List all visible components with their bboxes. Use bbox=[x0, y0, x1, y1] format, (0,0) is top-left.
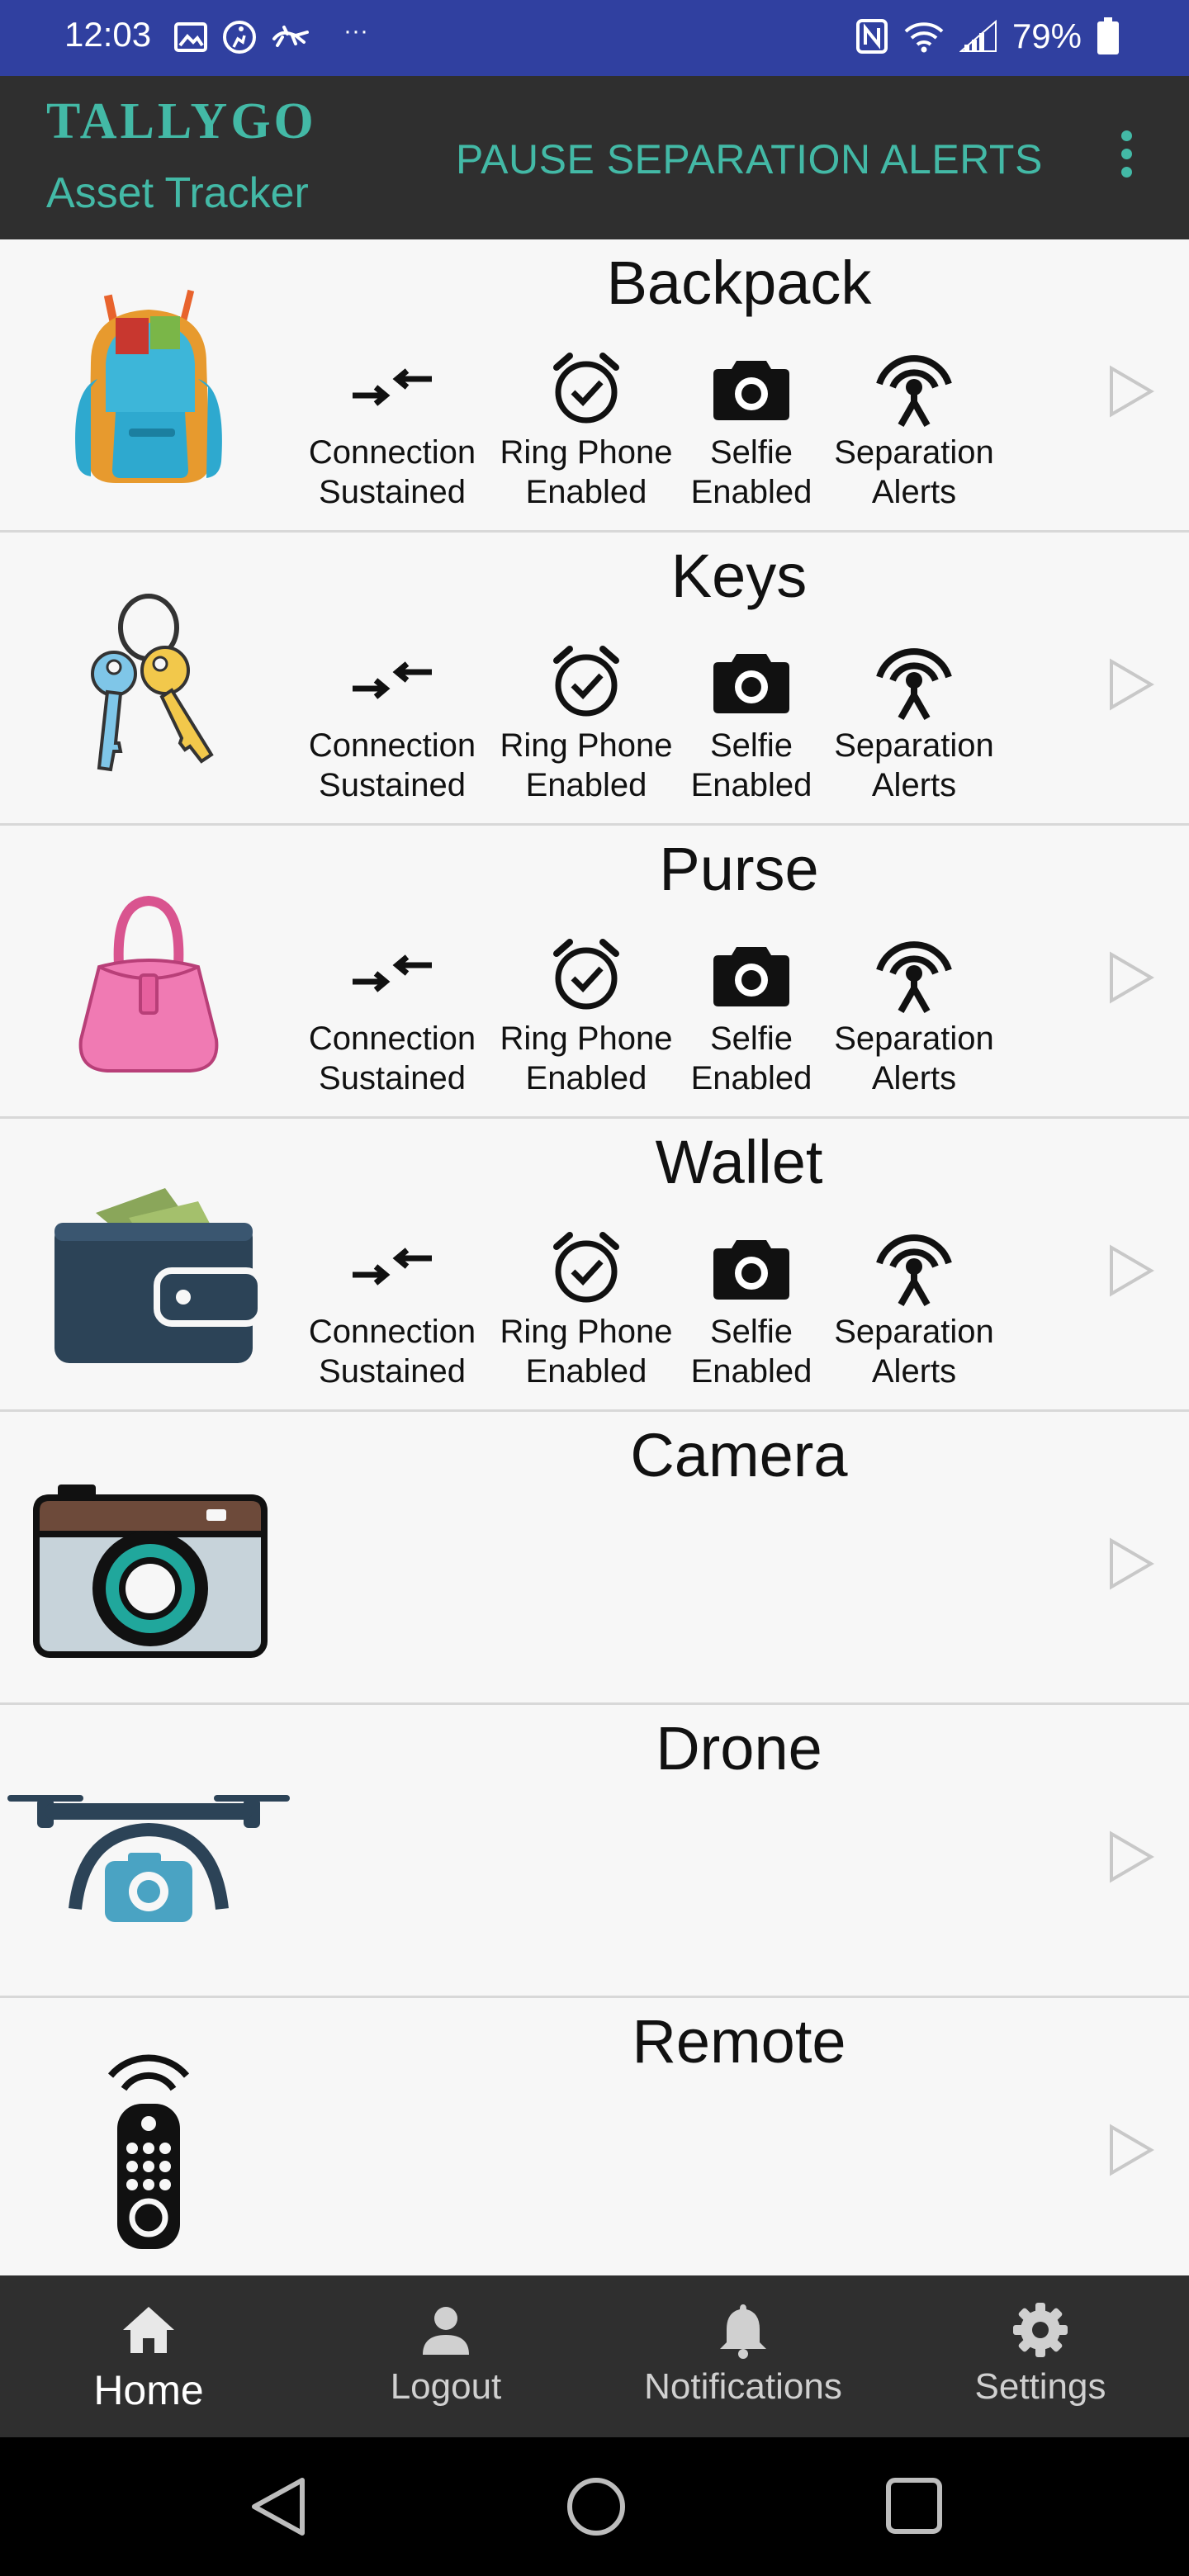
wallet-icon bbox=[17, 1155, 281, 1386]
asset-row-purse[interactable]: Purse Connection Sustained Ring Phone En… bbox=[0, 826, 1189, 1119]
recent-apps-icon[interactable] bbox=[883, 2475, 945, 2536]
backpack-icon bbox=[17, 276, 281, 507]
gear-icon bbox=[1013, 2303, 1068, 2357]
asset-name: Keys bbox=[670, 542, 808, 610]
pause-separation-alerts-button[interactable]: PAUSE SEPARATION ALERTS bbox=[456, 135, 1043, 183]
nfc-icon bbox=[855, 19, 888, 54]
play-icon[interactable] bbox=[1106, 1829, 1156, 1885]
feature-separation-alerts: Separation Alerts bbox=[815, 342, 1013, 512]
feature-separation-alerts: Separation Alerts bbox=[815, 928, 1013, 1098]
antenna-icon bbox=[876, 1234, 952, 1306]
status-bar: 12:03 ··· 79% bbox=[0, 0, 1189, 76]
feature-list: Connection Sustained Ring Phone Enabled … bbox=[293, 635, 1020, 817]
gallery-icon bbox=[174, 22, 207, 52]
home-icon bbox=[123, 2307, 174, 2353]
asset-row-backpack[interactable]: Backpack Connection Sustained Ring Phone… bbox=[0, 239, 1189, 533]
feature-separation-alerts: Separation Alerts bbox=[815, 635, 1013, 805]
alarm-clock-icon bbox=[553, 353, 619, 424]
alarm-clock-icon bbox=[553, 646, 619, 717]
antenna-icon bbox=[876, 355, 952, 427]
play-icon[interactable] bbox=[1106, 1243, 1156, 1299]
connection-icon bbox=[353, 954, 432, 992]
asset-row-keys[interactable]: Keys Connection Sustained Ring Phone Ena… bbox=[0, 533, 1189, 826]
wifi-icon bbox=[904, 22, 944, 53]
camera-icon bbox=[713, 654, 789, 713]
drone-icon bbox=[0, 1741, 297, 1972]
system-navigation-bar bbox=[0, 2437, 1189, 2576]
asset-row-wallet[interactable]: Wallet Connection Sustained Ring Phone E… bbox=[0, 1119, 1189, 1412]
camera-icon bbox=[713, 947, 789, 1006]
asset-name: Remote bbox=[632, 2007, 846, 2076]
play-icon[interactable] bbox=[1106, 949, 1156, 1006]
lizard-app-icon bbox=[272, 26, 309, 47]
battery-icon bbox=[1097, 17, 1119, 54]
play-icon[interactable] bbox=[1106, 1536, 1156, 1592]
connection-icon bbox=[353, 368, 432, 406]
bottom-navigation: Home Logout Notifications Settings bbox=[0, 2275, 1189, 2437]
camera-icon bbox=[713, 1240, 789, 1300]
feature-connection-sustained: Connection Sustained bbox=[293, 342, 491, 512]
alarm-clock-icon bbox=[553, 939, 619, 1010]
camera-device-icon bbox=[17, 1448, 281, 1679]
play-icon[interactable] bbox=[1106, 656, 1156, 713]
play-icon[interactable] bbox=[1106, 363, 1156, 419]
overflow-menu-icon[interactable] bbox=[1116, 130, 1136, 188]
antenna-icon bbox=[876, 941, 952, 1013]
status-system-icons: 79% bbox=[855, 13, 1120, 59]
asset-name: Drone bbox=[656, 1714, 822, 1783]
app-bar: TALLYGO Asset Tracker PAUSE SEPARATION A… bbox=[0, 76, 1189, 239]
feature-connection-sustained: Connection Sustained bbox=[293, 928, 491, 1098]
asset-name: Camera bbox=[630, 1421, 848, 1489]
battery-percent: 79% bbox=[1011, 17, 1082, 55]
connection-icon bbox=[353, 1248, 432, 1286]
signal-icon bbox=[959, 20, 997, 52]
asset-row-camera[interactable]: Camera bbox=[0, 1412, 1189, 1705]
bell-icon bbox=[720, 2304, 766, 2359]
nav-logout[interactable]: Logout bbox=[322, 2297, 570, 2408]
status-notification-icons: ··· bbox=[173, 17, 368, 58]
feature-list: Connection Sustained Ring Phone Enabled … bbox=[293, 1221, 1020, 1403]
nav-home[interactable]: Home bbox=[25, 2297, 272, 2414]
asset-row-drone[interactable]: Drone bbox=[0, 1705, 1189, 1998]
more-notifications: ··· bbox=[343, 17, 368, 45]
asset-list: Backpack Connection Sustained Ring Phone… bbox=[0, 239, 1189, 2289]
nav-notifications[interactable]: Notifications bbox=[619, 2297, 867, 2408]
brand-title: TALLYGO bbox=[46, 93, 317, 149]
antenna-icon bbox=[876, 648, 952, 720]
connection-icon bbox=[353, 661, 432, 699]
play-icon[interactable] bbox=[1106, 2122, 1156, 2178]
brand-subtitle: Asset Tracker bbox=[46, 169, 309, 217]
feature-separation-alerts: Separation Alerts bbox=[815, 1221, 1013, 1391]
activity-icon bbox=[223, 21, 256, 54]
asset-name: Wallet bbox=[655, 1128, 823, 1196]
purse-icon bbox=[17, 862, 281, 1093]
feature-connection-sustained: Connection Sustained bbox=[293, 1221, 491, 1391]
asset-name: Backpack bbox=[606, 249, 872, 317]
person-icon bbox=[423, 2307, 469, 2355]
asset-name: Purse bbox=[659, 835, 819, 903]
feature-list: Connection Sustained Ring Phone Enabled … bbox=[293, 342, 1020, 523]
asset-row-remote[interactable]: Remote bbox=[0, 1998, 1189, 2289]
status-time: 12:03 bbox=[64, 15, 152, 54]
remote-icon bbox=[17, 2034, 281, 2266]
camera-icon bbox=[713, 361, 789, 420]
alarm-clock-icon bbox=[553, 1232, 619, 1303]
feature-connection-sustained: Connection Sustained bbox=[293, 635, 491, 805]
keys-icon bbox=[17, 569, 281, 800]
home-circle-icon[interactable] bbox=[565, 2475, 628, 2538]
nav-settings[interactable]: Settings bbox=[917, 2297, 1164, 2408]
back-icon[interactable] bbox=[248, 2475, 309, 2538]
feature-list: Connection Sustained Ring Phone Enabled … bbox=[293, 928, 1020, 1110]
